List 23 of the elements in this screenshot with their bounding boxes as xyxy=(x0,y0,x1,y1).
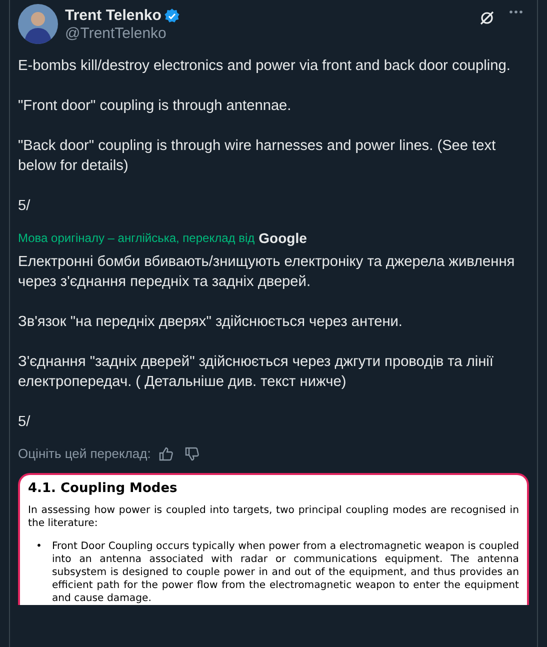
translated-text: Зв'язок "на передніх дверях" здійснюється через антени. xyxy=(18,313,404,332)
more-icon[interactable] xyxy=(509,10,523,14)
post-text: 5/ xyxy=(18,197,32,216)
google-logo[interactable]: Google xyxy=(258,230,307,246)
document-screenshot[interactable] xyxy=(18,473,529,605)
author-name[interactable]: Trent Telenko xyxy=(65,7,162,24)
document-heading: 4.1. Coupling Modes xyxy=(28,481,178,496)
post-text: "Back door" coupling is through wire harnesses and power lines. (See text below for details) xyxy=(18,137,497,176)
rate-translation-label: Оцініть цей переклад: xyxy=(18,446,151,461)
translation-note: Мова оригіналу – англійська, переклад від xyxy=(18,231,255,245)
author-handle[interactable]: @TrentTelenko xyxy=(65,25,472,42)
translated-text: 5/ xyxy=(18,413,32,432)
translated-text: З'єднання "задніх дверей" здійснюється через джгути проводів та лінії електропередач. ( Детальніше див. текст нижче) xyxy=(18,353,494,392)
document-bullet: Front Door Coupling occurs typically when power from a electromagnetic weapon is coupled into an antenna associated with radar or communications equipment. The antenna subsystem is designed to couple power in and out of the equipment, and thus provides an efficient path for the power flow from the electromagnetic weapon to enter the equipment and cause damage. xyxy=(52,540,519,605)
post-text: "Front door" coupling is through antennae. xyxy=(18,97,292,116)
bullet-marker: • xyxy=(36,540,42,554)
document-paragraph: In assessing how power is coupled into targets, two principal coupling modes are recognised in the literature: xyxy=(28,504,519,530)
post-text: E-bombs kill/destroy electronics and power via front and back door coupling. xyxy=(18,57,512,76)
translated-text: Електронні бомби вбивають/знищують електроніку та джерела живлення через з'єднання передніх та задніх дверей. xyxy=(18,253,516,292)
grok-icon[interactable] xyxy=(479,10,495,26)
thumbs-down-icon[interactable] xyxy=(184,446,199,460)
thumbs-up-icon[interactable] xyxy=(158,446,173,460)
avatar[interactable] xyxy=(18,4,58,44)
